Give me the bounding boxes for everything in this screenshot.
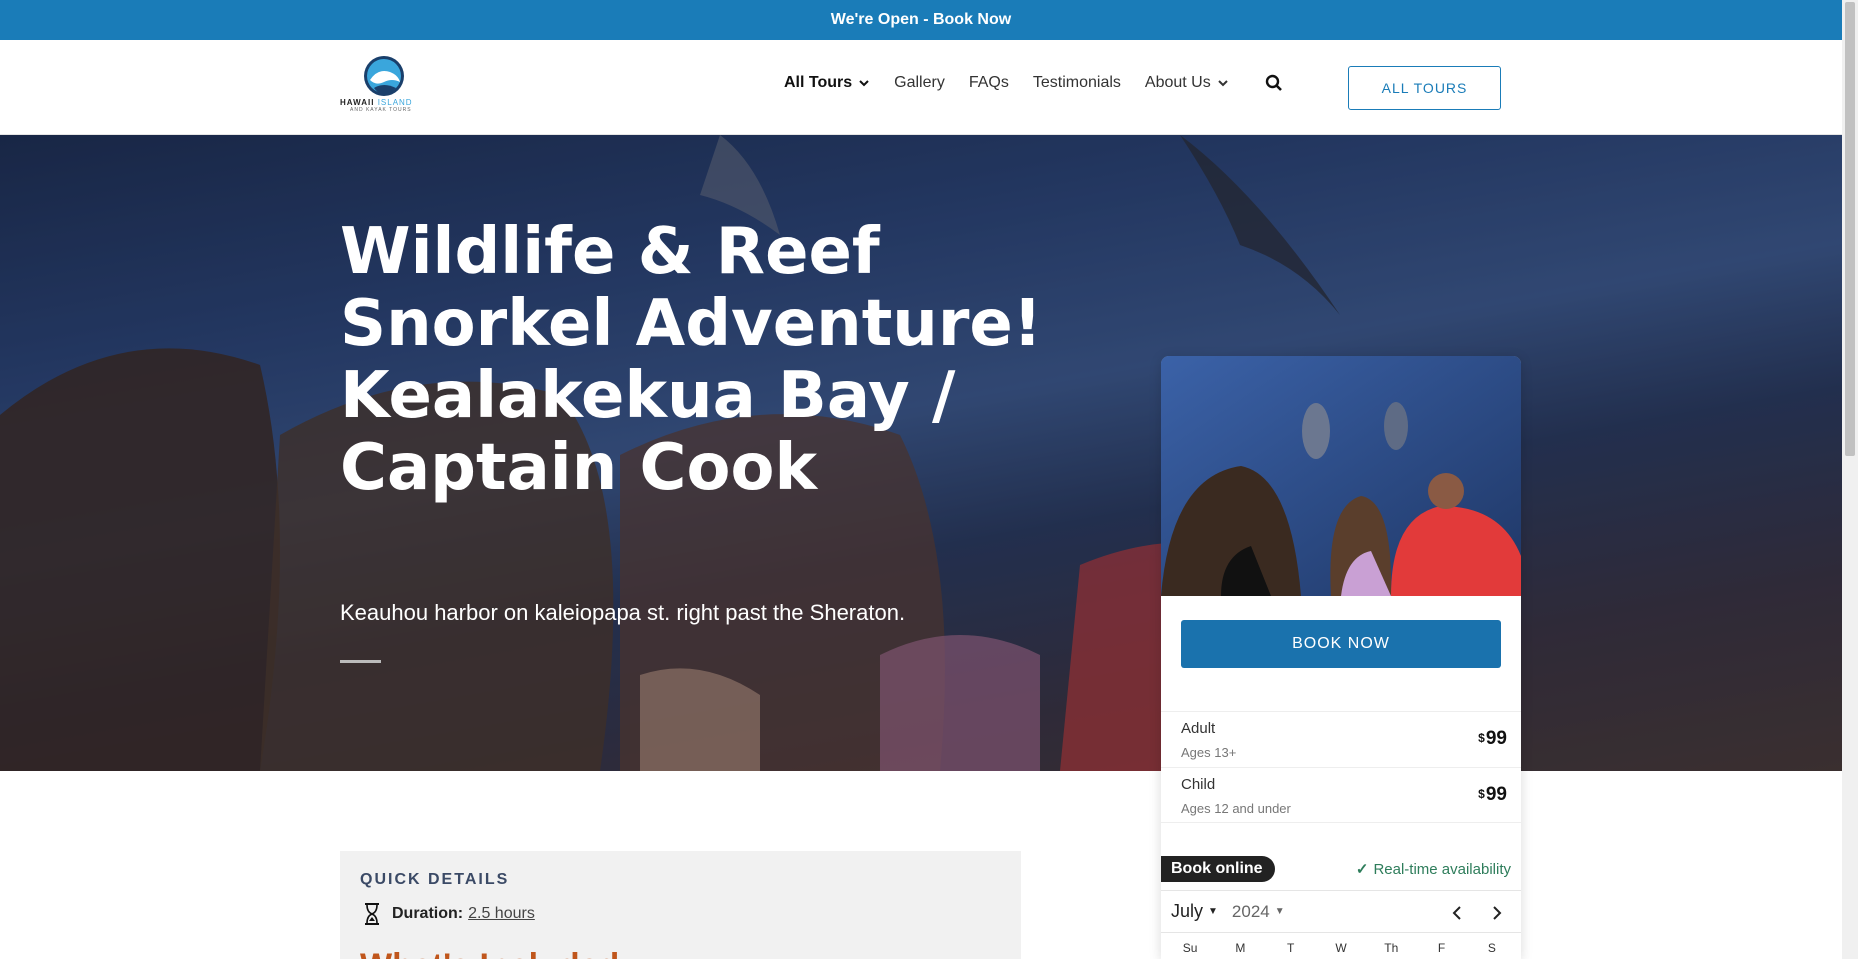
nav-about-us-label: About Us — [1144, 74, 1211, 91]
price-amount: 99 — [1485, 728, 1507, 749]
hero-divider — [340, 660, 381, 663]
all-tours-button[interactable]: ALL TOURS — [1348, 66, 1501, 110]
book-now-label: BOOK NOW — [1292, 635, 1390, 652]
nav-testimonials-label: Testimonials — [1032, 74, 1121, 91]
caret-down-icon: ▼ — [1208, 906, 1218, 917]
book-online-badge: Book online — [1161, 856, 1275, 882]
price-name: Child — [1181, 776, 1216, 793]
weekday-label: Th — [1384, 941, 1399, 955]
calendar-header: July ▼ 2024 ▼ — [1161, 890, 1521, 932]
calendar-nav — [1431, 899, 1511, 927]
hero-section: Wildlife & Reef Snorkel Adventure! Keala… — [0, 135, 1842, 771]
month-select[interactable]: July ▼ — [1171, 901, 1218, 922]
page-scrollbar[interactable] — [1842, 0, 1858, 959]
duration-value-link[interactable]: 2.5 hours — [468, 905, 535, 923]
chevron-right-icon — [1493, 906, 1502, 920]
weekday-label: F — [1437, 941, 1446, 955]
chevron-left-icon — [1452, 906, 1461, 920]
site-header: HAWAII ISLAND AND KAYAK TOURS All Tours … — [0, 40, 1842, 135]
hourglass-icon — [365, 903, 379, 925]
quick-details-panel: QUICK DETAILS Duration: 2.5 hours What's… — [340, 851, 1021, 959]
logo-name: HAWAII — [340, 98, 375, 107]
price-row-adult: Adult Ages 13+ $99 — [1161, 711, 1521, 767]
nav-gallery-label: Gallery — [894, 74, 945, 91]
price-ages: Ages 12 and under — [1181, 801, 1291, 816]
search-icon[interactable] — [1265, 74, 1283, 92]
chevron-down-icon — [859, 80, 869, 87]
announcement-bar[interactable]: We're Open - Book Now — [0, 0, 1842, 40]
nav-about-us[interactable]: About Us — [1145, 74, 1229, 92]
year-value: 2024 — [1231, 901, 1270, 921]
announcement-text[interactable]: We're Open - Book Now — [831, 11, 1011, 29]
weekday-row: Su M T W Th F S — [1161, 932, 1521, 959]
hero-subtitle: Keauhou harbor on kaleiopapa st. right p… — [340, 600, 906, 625]
booking-widget: BOOK NOW Adult Ages 13+ $99 Child Ages 1… — [1161, 356, 1521, 959]
all-tours-button-label: ALL TOURS — [1381, 80, 1468, 96]
nav-testimonials[interactable]: Testimonials — [1033, 74, 1121, 92]
weekday-label: Su — [1182, 941, 1198, 955]
duration-row: Duration: 2.5 hours — [360, 903, 535, 925]
nav-faqs-label: FAQs — [968, 74, 1009, 91]
nav-all-tours[interactable]: All Tours — [784, 74, 870, 92]
realtime-label: Real-time availability — [1373, 860, 1511, 878]
caret-down-icon: ▼ — [1274, 906, 1285, 917]
whats-included-heading: What's Included — [360, 947, 619, 959]
logo-tagline: AND KAYAK TOURS — [350, 107, 412, 113]
nav-gallery[interactable]: Gallery — [894, 74, 945, 92]
check-icon: ✓ — [1355, 861, 1369, 878]
price-row-child: Child Ages 12 and under $99 — [1161, 767, 1521, 823]
year-select[interactable]: 2024 ▼ — [1232, 902, 1285, 922]
price-currency: $ — [1478, 787, 1485, 801]
price-value: $99 — [1478, 784, 1507, 806]
price-amount: 99 — [1485, 784, 1507, 805]
price-ages: Ages 13+ — [1181, 745, 1237, 760]
month-value: July — [1171, 901, 1204, 921]
main-nav: All Tours Gallery FAQs Testimonials Abou… — [784, 74, 1283, 92]
tour-photo — [1161, 356, 1521, 596]
weekday-label: W — [1335, 941, 1347, 955]
chevron-down-icon — [1217, 80, 1228, 87]
price-currency: $ — [1478, 731, 1485, 745]
weekday-label: M — [1235, 941, 1246, 955]
nav-all-tours-label: All Tours — [784, 74, 853, 91]
price-name: Adult — [1181, 720, 1216, 737]
price-value: $99 — [1478, 728, 1507, 750]
logo-text[interactable]: HAWAII ISLAND AND KAYAK TOURS — [340, 98, 413, 113]
realtime-availability: ✓ Real-time availability — [1355, 860, 1511, 879]
book-now-button[interactable]: BOOK NOW — [1181, 620, 1501, 668]
hero-title: Wildlife & Reef Snorkel Adventure! Keala… — [340, 215, 1042, 505]
logo-name-accent: ISLAND — [377, 98, 413, 107]
nav-faqs[interactable]: FAQs — [969, 74, 1009, 92]
quick-details-heading: QUICK DETAILS — [360, 871, 510, 888]
scrollbar-thumb[interactable] — [1845, 2, 1855, 456]
duration-label: Duration: — [392, 905, 464, 922]
next-month-button[interactable] — [1483, 899, 1511, 927]
weekday-label: S — [1487, 941, 1496, 955]
weekday-label: T — [1287, 941, 1295, 955]
prev-month-button[interactable] — [1443, 899, 1471, 927]
